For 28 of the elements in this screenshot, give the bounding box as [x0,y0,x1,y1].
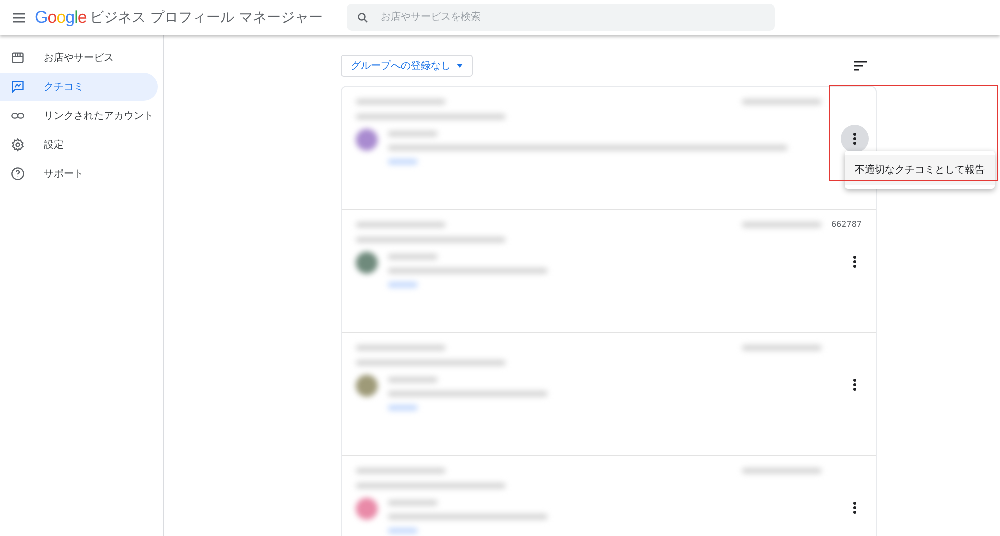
sidebar-item[interactable]: リンクされたアカウント [0,102,158,130]
menu-icon[interactable] [12,10,26,24]
settings-icon [11,138,25,152]
blurred-text [388,500,438,506]
logo: Google [35,8,87,28]
app-title: ビジネス プロフィール マネージャー [90,8,323,26]
sidebar-item[interactable]: サポート [0,160,158,188]
more-icon [853,133,857,145]
group-filter-dropdown[interactable]: グループへの登録なし [341,55,473,77]
help-icon [11,167,25,181]
more-icon [853,379,857,391]
sidebar-item[interactable]: クチコミ [0,73,158,101]
blurred-text [388,131,438,137]
more-icon [853,256,857,268]
search-field[interactable]: お店やサービスを検索 [346,4,775,31]
more-button[interactable] [841,125,869,153]
sidebar-item[interactable]: 設定 [0,131,158,159]
review-icon [11,80,25,94]
store-icon [11,51,25,65]
menu-item[interactable]: 不適切なクチコミとして報告 [845,155,995,185]
blurred-text [388,254,438,260]
caret-icon [457,64,463,68]
more-icon [853,502,857,514]
blurred-text [388,377,438,383]
search-icon [356,12,369,24]
review-id-text: 662787 [831,220,862,229]
sort-icon[interactable] [854,61,867,71]
sidebar-item[interactable]: お店やサービス [0,44,158,72]
